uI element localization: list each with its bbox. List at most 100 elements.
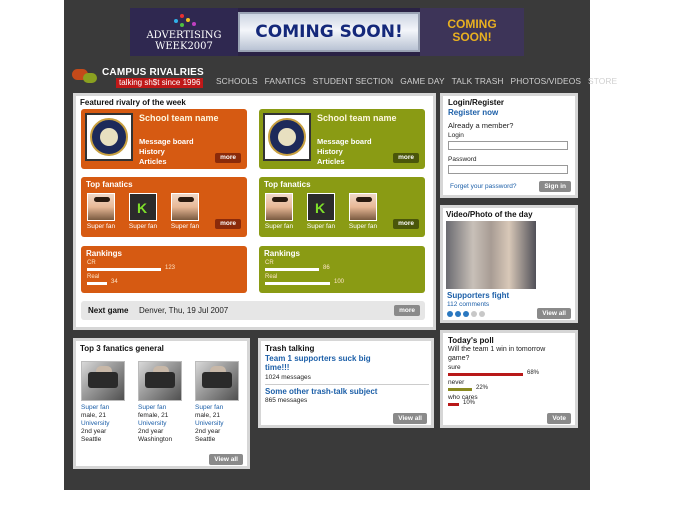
sign-in-button[interactable]: Sign in [539,181,571,192]
more-button[interactable]: more [215,153,241,163]
star-icon[interactable] [463,311,469,317]
articles-link[interactable]: Articles [317,157,372,167]
logo-tagline: talking sh$t since 1996 [116,78,204,88]
star-icon[interactable] [447,311,453,317]
star-icon[interactable] [455,311,461,317]
fan-label: Super fan [86,223,116,230]
featured-title: Featured rivalry of the week [80,98,186,107]
poll-option-label[interactable]: never [448,379,464,386]
nav-student-section[interactable]: STUDENT SECTION [313,76,393,88]
nav-photos-videos[interactable]: PHOTOS/VIDEOS [511,76,582,88]
school-crest-icon[interactable] [263,113,311,161]
poll-title: Today's poll [448,336,494,345]
rank-label: Real [87,274,100,280]
advertising-banner[interactable]: ADVERTISING WEEK2007 COMING SOON! COMING… [130,8,524,56]
password-input[interactable] [448,165,568,174]
school-links: Message board History Articles [317,137,372,167]
fan-label: Super fan [170,223,200,230]
trash-divider [265,384,429,385]
vote-button[interactable]: Vote [547,413,571,424]
nav-fanatics[interactable]: FANATICS [265,76,306,88]
rating-stars[interactable] [447,311,487,319]
top-fanatics-card-2: Top fanatics Super fan K Super fan Super… [259,177,425,237]
fan-avatar-k-icon: K [307,193,335,221]
fan-school[interactable]: University [138,420,182,428]
video-comments[interactable]: 112 comments [447,301,489,308]
forgot-password-link[interactable]: Forget your password? [450,183,516,190]
poll-options[interactable]: sure 68% never 22% who cares 10% [443,364,575,412]
star-icon[interactable] [471,311,477,317]
next-game-bar: Next game Denver, Thu, 19 Jul 2007 more [81,301,425,320]
fan-avatar [265,193,293,221]
login-title: Login/Register [448,98,505,107]
register-link[interactable]: Register now [448,108,498,117]
rank-bar [265,268,319,271]
top3-fanatics-panel: Top 3 fanatics general Super fan male, 2… [73,338,250,469]
trash-view-all-button[interactable]: View all [393,413,427,424]
fan-item[interactable]: Super fan [263,193,295,230]
top3-fan-item[interactable]: Super fan male, 21 University 2nd year S… [81,361,125,444]
fan-name[interactable]: Super fan [138,404,182,412]
video-caption[interactable]: Supporters fight [447,291,509,300]
fan-item[interactable]: Super fan [169,193,201,230]
top3-view-all-button[interactable]: View all [209,454,243,465]
more-button[interactable]: more [215,219,241,229]
school-name[interactable]: School team name [317,113,407,123]
fan-info: male, 21 [81,412,106,419]
fan-name[interactable]: Super fan [81,404,125,412]
star-icon[interactable] [479,311,485,317]
rank-value: 34 [111,279,118,285]
message-board-link[interactable]: Message board [317,137,372,147]
articles-link[interactable]: Articles [139,157,194,167]
fan-name[interactable]: Super fan [195,404,239,412]
history-link[interactable]: History [139,147,194,157]
next-game-value: Denver, Thu, 19 Jul 2007 [139,306,229,315]
site-logo[interactable]: CAMPUS RIVALRIES talking sh$t since 1996 [72,67,204,89]
nav-talk-trash[interactable]: TALK TRASH [452,76,504,88]
fan-item[interactable]: Super fan [85,193,117,230]
fan-school[interactable]: University [195,420,239,428]
poll-bar [448,403,459,406]
poll-percent: 68% [527,370,540,376]
top3-fan-item[interactable]: Super fan female, 21 University 2nd year… [138,361,182,444]
school-name[interactable]: School team name [139,113,229,123]
video-thumbnail[interactable] [446,221,536,289]
top3-fan-item[interactable]: Super fan male, 21 University 2nd year S… [195,361,239,444]
school-crest-icon[interactable] [85,113,133,161]
fan-label: Super fan [264,223,294,230]
rank-label: CR [87,260,96,266]
nav-store[interactable]: STORE [588,76,617,88]
fan-year: 2nd year [138,428,164,435]
nav-schools[interactable]: SCHOOLS [216,76,258,88]
more-button[interactable]: more [393,153,419,163]
rank-bar [87,282,107,285]
next-game-more-button[interactable]: more [394,305,420,316]
video-view-all-button[interactable]: View all [537,308,571,319]
logo-name: CAMPUS RIVALRIES [102,67,204,78]
history-link[interactable]: History [317,147,372,157]
fan-item[interactable]: K Super fan [127,193,159,230]
trash-subject-2[interactable]: Some other trash-talk subject [265,387,377,396]
poll-option-label[interactable]: sure [448,364,461,371]
fan-school[interactable]: University [81,420,125,428]
school-links: Message board History Articles [139,137,194,167]
adweek-line2: WEEK2007 [155,41,213,52]
poll-panel: Today's poll Will the team 1 win in tomo… [440,330,578,428]
more-button[interactable]: more [393,219,419,229]
fan-photo-keyboard [138,361,182,401]
login-input[interactable] [448,141,568,150]
fan-city: Seattle [81,436,102,443]
top-fanatics-title: Top fanatics [264,180,311,189]
nav-game-day[interactable]: GAME DAY [400,76,444,88]
rank-bar [265,282,330,285]
trash-subject-1[interactable]: Team 1 supporters suck big time!!! [265,354,395,372]
fan-item[interactable]: K Super fan [305,193,337,230]
fan-label: Super fan [128,223,158,230]
message-board-link[interactable]: Message board [139,137,194,147]
school-card-2: School team name Message board History A… [259,109,425,169]
video-photo-panel: Video/Photo of the day Supporters fight … [440,205,578,323]
fan-avatar [87,193,115,221]
speech-bubble-icon-2 [83,73,97,83]
fan-item[interactable]: Super fan [347,193,379,230]
top-fanatics-title: Top fanatics [86,180,133,189]
